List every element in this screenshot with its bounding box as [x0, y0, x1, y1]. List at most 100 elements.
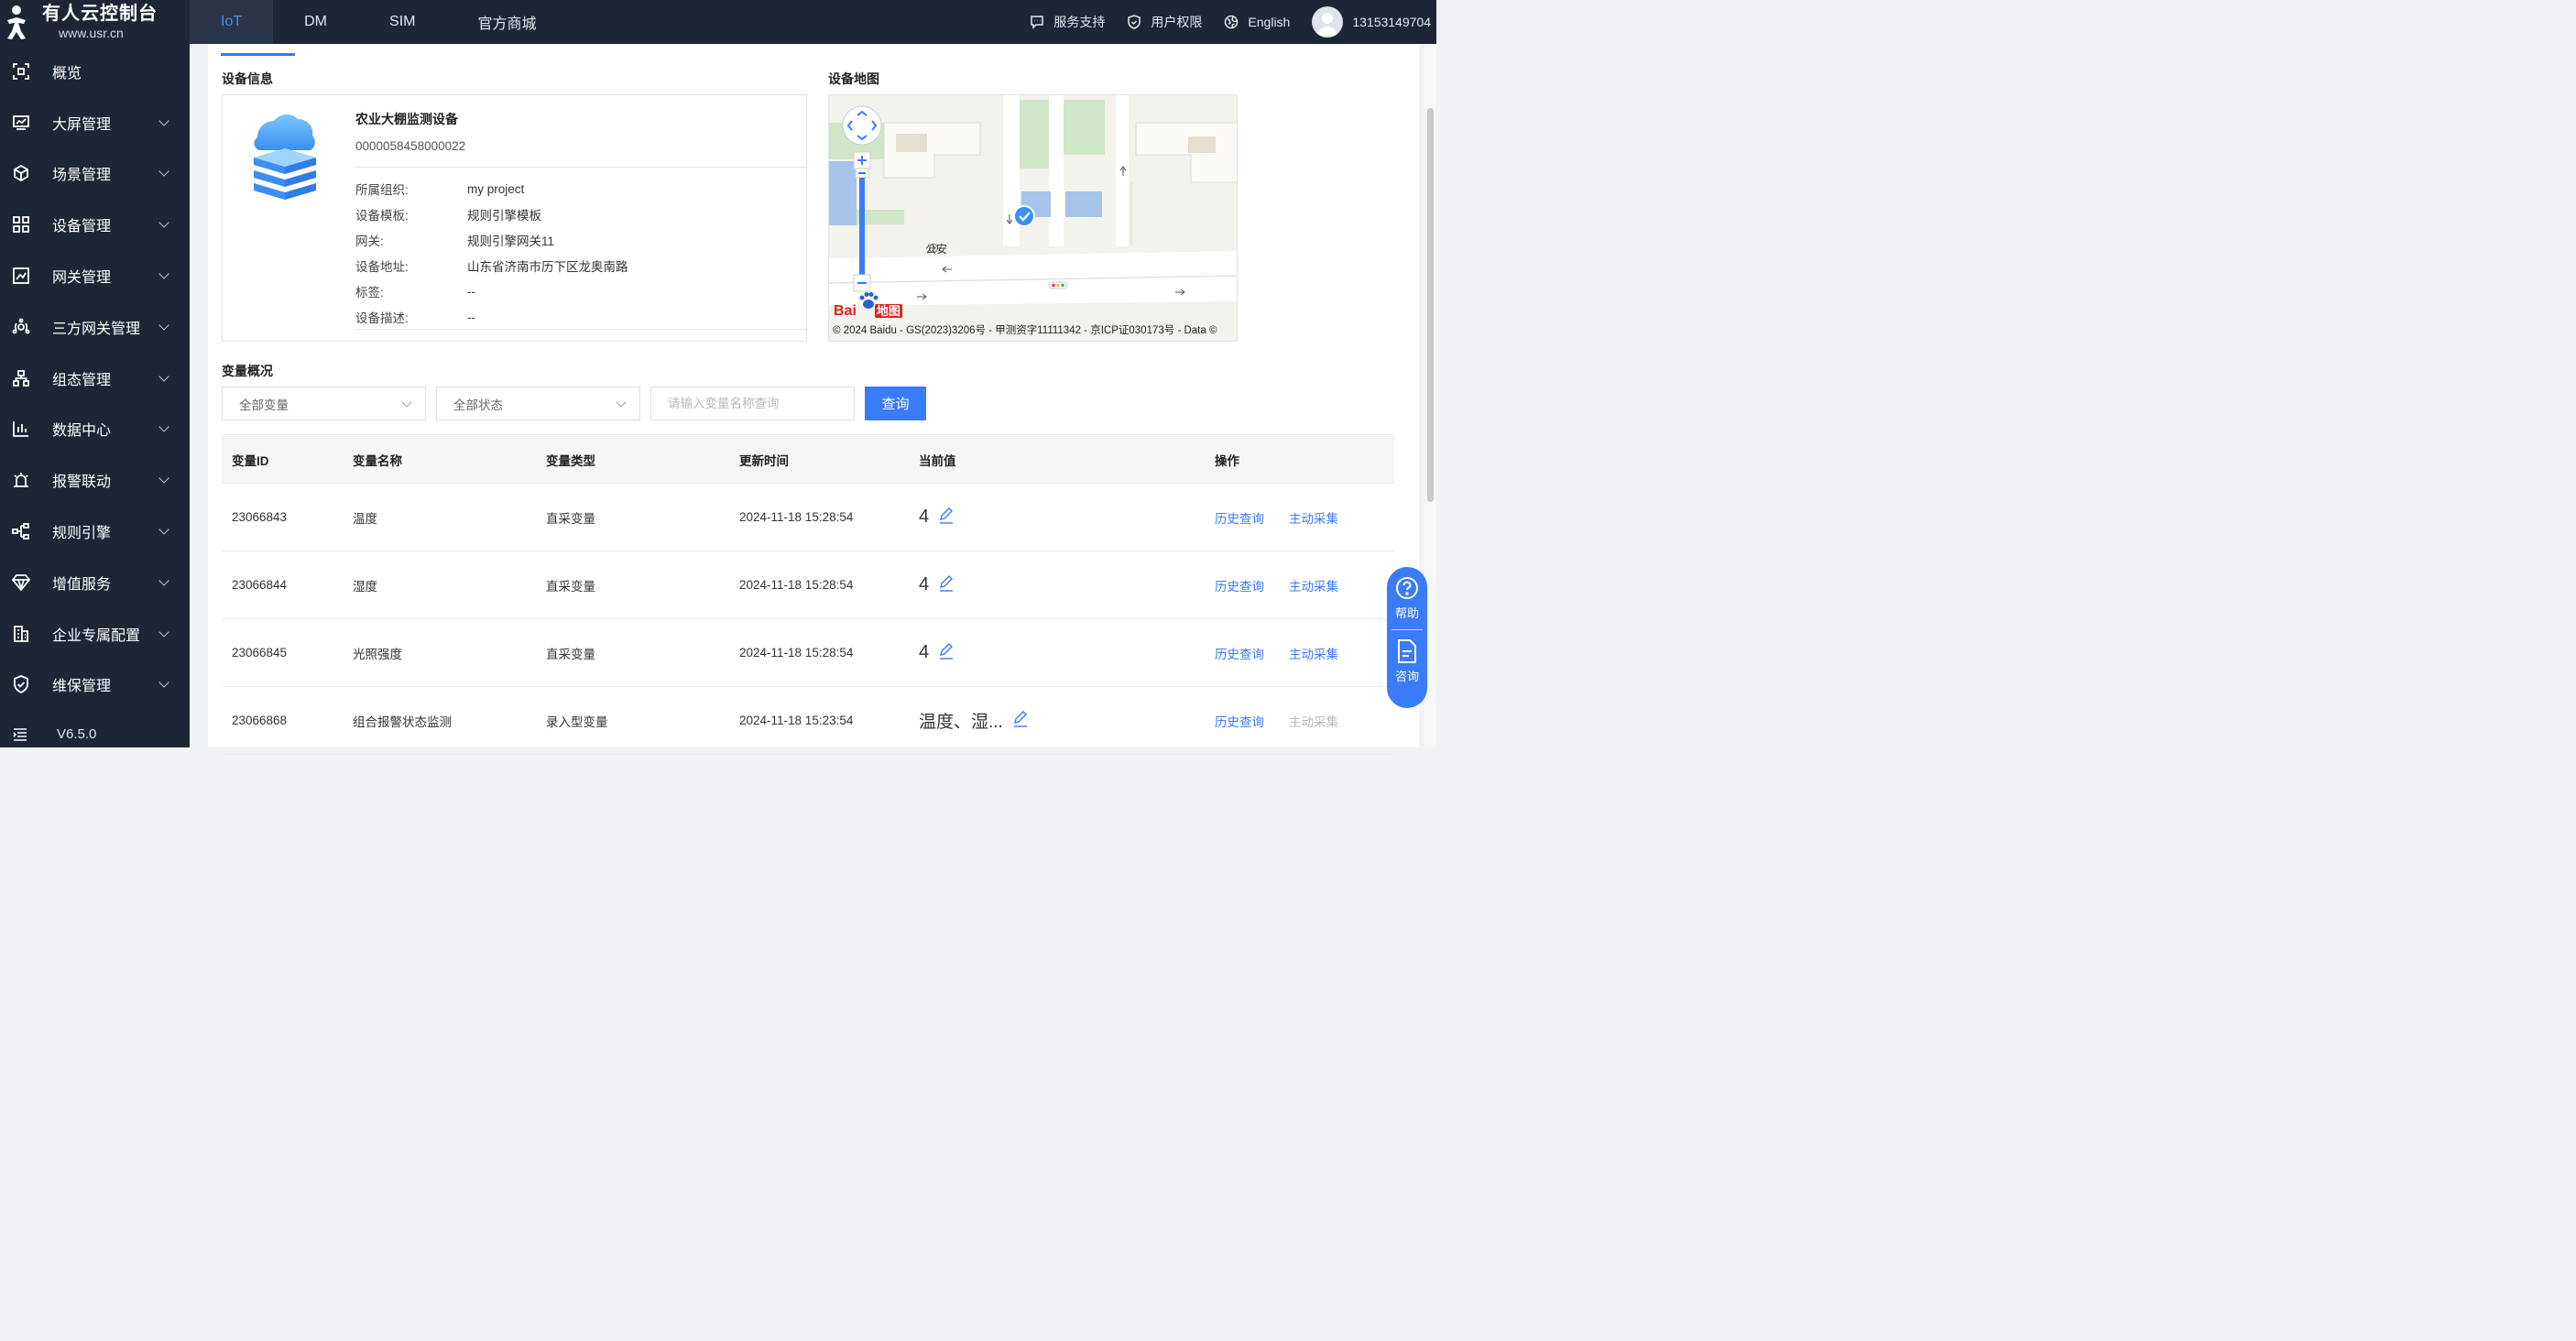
variable-id: 23066844	[232, 578, 288, 592]
tab-sim[interactable]: SIM	[358, 0, 446, 44]
map-copyright: © 2024 Baidu - GS(2023)3206号 - 甲测资字11111…	[833, 325, 1217, 336]
col-variable-name: 变量名称	[353, 453, 402, 468]
active-collect-link[interactable]: 主动采集	[1289, 644, 1338, 662]
attr-address: 设备地址: 山东省济南市历下区龙奥南路	[355, 260, 628, 274]
baidu-logo: Bai 地图	[834, 303, 902, 319]
help-label: 帮助	[1394, 606, 1419, 620]
active-collect-link: 主动采集	[1289, 714, 1338, 729]
history-query-link[interactable]: 历史查询	[1215, 644, 1264, 662]
history-query-link[interactable]: 历史查询	[1215, 576, 1264, 594]
variable-name: 湿度	[353, 579, 377, 594]
chevron-down-icon	[158, 626, 169, 638]
brand-logo[interactable]: 有人云控制台 www.usr.cn	[0, 0, 190, 44]
diamond-icon	[11, 572, 31, 593]
variable-type: 录入型变量	[546, 714, 608, 729]
chevron-down-icon	[158, 473, 169, 484]
screen-icon	[11, 113, 31, 133]
brand-title: 有人云控制台	[42, 4, 158, 24]
active-tab-indicator	[221, 53, 295, 56]
sidebar-item-third-party[interactable]: 三方网关管理	[0, 301, 190, 353]
tab-official-store[interactable]: 官方商城	[446, 0, 567, 44]
variable-id: 23066845	[232, 646, 288, 660]
edit-pencil-icon[interactable]	[938, 643, 955, 662]
variable-filter-select[interactable]: 全部变量	[222, 387, 426, 420]
language-label: English	[1248, 15, 1291, 29]
variable-search-input[interactable]	[650, 387, 855, 420]
username[interactable]: 13153149704	[1352, 15, 1431, 29]
history-query-link[interactable]: 历史查询	[1215, 712, 1264, 730]
rule-flow-icon	[11, 521, 31, 541]
collapse-menu-icon[interactable]	[13, 728, 27, 746]
version-label: V6.5.0	[57, 725, 97, 742]
sidebar-item-label: 场景管理	[52, 168, 112, 184]
chevron-down-icon	[158, 268, 169, 279]
consult-button[interactable]: 咨询	[1395, 639, 1419, 684]
sidebar-item-alarm[interactable]: 报警联动	[0, 454, 190, 506]
history-query-link[interactable]: 历史查询	[1215, 508, 1264, 527]
sidebar-item-label: 规则引擎	[52, 526, 112, 542]
sidebar-item-scene[interactable]: 场景管理	[0, 148, 190, 200]
sidebar-item-gateway[interactable]: 网关管理	[0, 250, 190, 301]
device-cloud-icon	[250, 112, 320, 212]
sidebar-item-maintenance[interactable]: 维保管理	[0, 660, 190, 711]
sidebar-footer: V6.5.0	[0, 720, 190, 747]
sidebar-item-device[interactable]: 设备管理	[0, 199, 190, 250]
chevron-down-icon	[401, 397, 412, 408]
variable-id: 23066868	[232, 714, 288, 727]
chevron-down-icon	[158, 371, 169, 382]
table-row: 23066844 湿度 直采变量 2024-11-18 15:28:54 4 历…	[222, 551, 1394, 619]
sidebar-item-label: 三方网关管理	[52, 321, 141, 337]
scrollbar-thumb[interactable]	[1427, 108, 1434, 502]
globe-icon	[1225, 15, 1239, 29]
divider	[355, 167, 807, 168]
variables-title: 变量概况	[222, 364, 273, 378]
col-variable-id: 变量ID	[232, 453, 269, 468]
sidebar-item-value-added[interactable]: 增值服务	[0, 557, 190, 608]
active-collect-link[interactable]: 主动采集	[1289, 508, 1338, 527]
shield-check-icon	[11, 674, 31, 694]
edit-pencil-icon[interactable]	[938, 575, 955, 594]
sidebar-item-data-center[interactable]: 数据中心	[0, 404, 190, 455]
support-link[interactable]: 服务支持	[1030, 13, 1105, 31]
sidebar-item-topology[interactable]: 组态管理	[0, 353, 190, 404]
variable-name: 组合报警状态监测	[353, 714, 452, 729]
sidebar-item-label: 网关管理	[52, 270, 112, 287]
current-value-cell: 4	[919, 507, 1215, 528]
chevron-down-icon	[158, 575, 169, 586]
attr-tags: 标签: --	[355, 284, 475, 300]
support-label: 服务支持	[1053, 15, 1106, 29]
edit-pencil-icon[interactable]	[1012, 711, 1029, 730]
col-current-value: 当前值	[919, 453, 956, 468]
sidebar-item-enterprise[interactable]: 企业专属配置	[0, 608, 190, 660]
tab-iot[interactable]: IoT	[190, 0, 274, 44]
tab-dm[interactable]: DM	[273, 0, 358, 44]
main-content: 设备信息 农业大棚监测设备 0000058458000022 所属组织: my …	[190, 44, 1436, 755]
actions-cell: 历史查询 主动采集	[1215, 712, 1394, 730]
permissions-link[interactable]: 用户权限	[1127, 13, 1202, 31]
device-id: 0000058458000022	[355, 139, 466, 153]
divider	[222, 434, 1394, 435]
active-collect-link[interactable]: 主动采集	[1289, 576, 1338, 594]
query-button[interactable]: 查询	[865, 387, 926, 420]
device-info-panel: 农业大棚监测设备 0000058458000022 所属组织: my projec…	[222, 94, 807, 342]
update-time: 2024-11-18 15:28:54	[739, 646, 854, 660]
edit-pencil-icon[interactable]	[938, 507, 955, 527]
sidebar-item-overview[interactable]: 概览	[0, 46, 190, 97]
map-poi-label: 公安	[925, 243, 948, 256]
language-switch[interactable]: English	[1224, 15, 1290, 29]
col-variable-type: 变量类型	[546, 453, 595, 468]
variable-type: 直采变量	[546, 511, 595, 526]
device-map[interactable]: 公安 Bai 地图 © 2024 Baidu - GS(2023)3206号 - …	[828, 94, 1238, 342]
divider	[1392, 629, 1423, 630]
avatar[interactable]	[1312, 6, 1344, 38]
help-widget: 帮助 咨询	[1387, 567, 1427, 708]
bar-chart-icon	[11, 419, 31, 439]
current-value: 4	[919, 507, 930, 527]
help-button[interactable]: 帮助	[1395, 576, 1419, 621]
col-update-time: 更新时间	[739, 453, 789, 468]
status-filter-select[interactable]: 全部状态	[436, 387, 640, 420]
current-value: 4	[919, 642, 930, 662]
sidebar-item-rule-engine[interactable]: 规则引擎	[0, 506, 190, 557]
building-icon	[11, 624, 31, 644]
sidebar-item-screen[interactable]: 大屏管理	[0, 97, 190, 148]
